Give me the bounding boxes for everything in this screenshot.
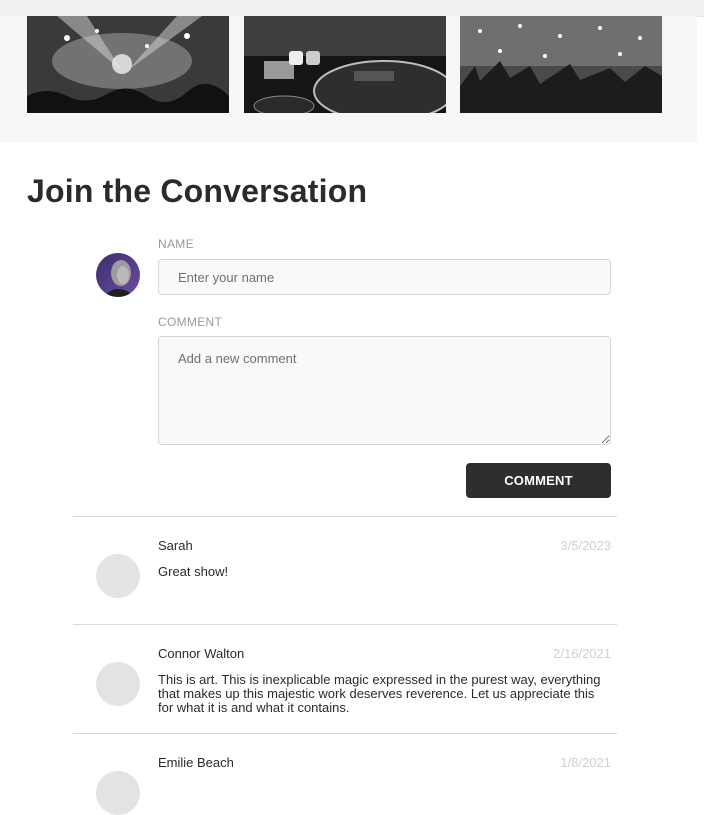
comment-author: Connor Walton — [158, 646, 245, 661]
gallery-image-crowd[interactable] — [460, 16, 662, 113]
top-bar — [0, 0, 704, 17]
divider — [73, 516, 617, 517]
comment-date: 2/16/2021 — [553, 646, 611, 661]
page-title: Join the Conversation — [27, 173, 368, 209]
commenter-avatar — [96, 554, 140, 598]
gallery-image-turntable[interactable] — [244, 16, 446, 113]
name-label: NAME — [158, 237, 194, 251]
comment-author: Emilie Beach — [158, 755, 234, 770]
comment-textarea[interactable] — [158, 336, 611, 445]
comment-label: COMMENT — [158, 315, 223, 329]
name-input[interactable] — [158, 259, 611, 295]
commenter-avatar — [96, 771, 140, 815]
comment-date: 3/5/2023 — [560, 538, 611, 553]
user-avatar — [96, 253, 140, 297]
comment-text: Great show! — [158, 564, 229, 579]
submit-comment-button[interactable]: COMMENT — [466, 463, 611, 498]
divider — [73, 733, 617, 734]
gallery-image-concert[interactable] — [27, 16, 229, 113]
comment-text: This is art. This is inexplicable magic … — [158, 672, 601, 715]
comment-author: Sarah — [158, 538, 193, 553]
commenter-avatar — [96, 662, 140, 706]
divider — [73, 624, 617, 625]
comment-date: 1/8/2021 — [560, 755, 611, 770]
